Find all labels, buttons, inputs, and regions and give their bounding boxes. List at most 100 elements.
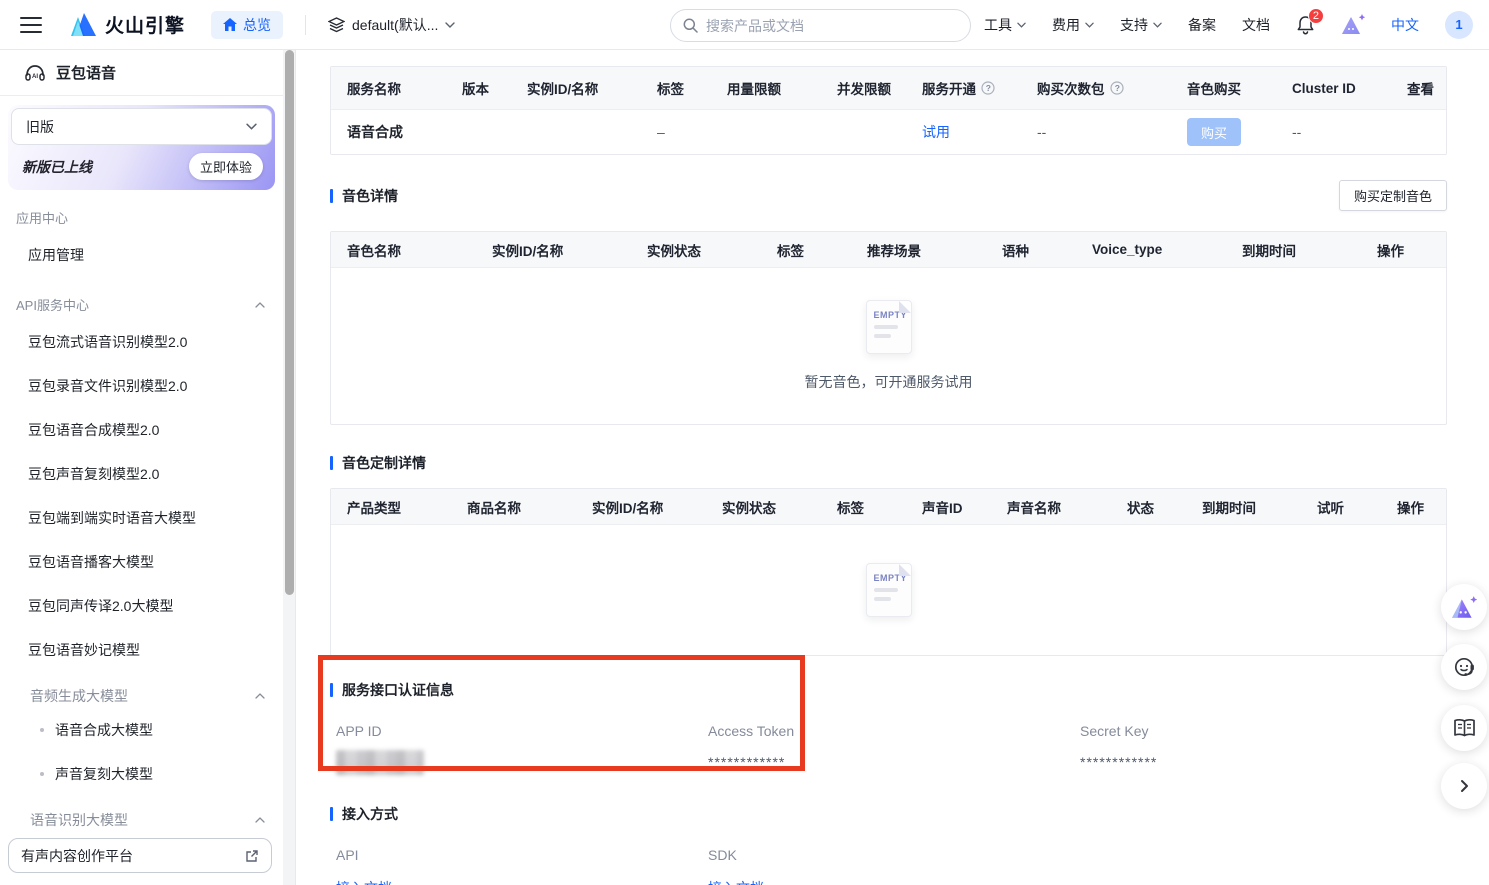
collapse-chevron-icon: [1460, 779, 1469, 793]
cluster-id-value: --: [1276, 124, 1391, 140]
voice-section-header: 音色详情 购买定制音色: [330, 180, 1447, 211]
nav-link-docs[interactable]: 文档: [1242, 15, 1270, 35]
collapse-panel-button[interactable]: [1441, 763, 1487, 809]
audio-content-platform-link[interactable]: 有声内容创作平台: [8, 838, 272, 873]
custom-section-header: 音色定制详情: [330, 453, 1447, 473]
empty-document-icon: EMPTY: [866, 563, 912, 617]
access-method-api: API 接入文档: [336, 847, 708, 885]
version-selector[interactable]: 旧版: [11, 108, 272, 145]
chevron-down-icon: [1017, 22, 1026, 28]
auth-field-access-token: Access Token ************: [708, 723, 1080, 775]
notification-button[interactable]: 2: [1296, 15, 1315, 35]
sidebar-subgroup-audio-gen[interactable]: 音频生成大模型: [0, 672, 283, 708]
col-instance-id: 实例ID/名称: [511, 78, 641, 98]
api-docs-link[interactable]: 接入文档: [336, 880, 392, 885]
service-table: 服务名称 版本 实例ID/名称 标签 用量限额 并发限额 服务开通 ? 购买次数…: [330, 66, 1447, 155]
nav-menu-tools[interactable]: 工具: [984, 15, 1026, 35]
nav-menu-label: 工具: [984, 15, 1012, 35]
sidebar: AI 豆包语音 旧版 新版已上线 立即体验 应用中心 应用管理 API服务中心 …: [0, 50, 283, 885]
nav-link-icp[interactable]: 备案: [1188, 15, 1216, 35]
sidebar-item-tts-large[interactable]: 语音合成大模型: [0, 708, 283, 752]
chevron-up-icon: [255, 817, 265, 823]
access-section-title: 接入方式: [330, 804, 1447, 824]
search-input[interactable]: [706, 18, 958, 34]
col-service-name: 服务名称: [331, 78, 446, 98]
sidebar-item-api-4[interactable]: 豆包端到端实时语音大模型: [0, 496, 283, 540]
brand-name: 火山引擎: [105, 11, 185, 38]
nav-menu-billing[interactable]: 费用: [1052, 15, 1094, 35]
col-voice-buy: 音色购买: [1171, 78, 1276, 98]
sidebar-scrollbar[interactable]: [285, 50, 294, 595]
sidebar-item-api-1[interactable]: 豆包录音文件识别模型2.0: [0, 364, 283, 408]
sidebar-header: AI 豆包语音: [0, 50, 283, 96]
workspace-selector[interactable]: default(默认...: [328, 15, 455, 35]
col-cluster-id: Cluster ID: [1276, 81, 1391, 96]
masked-appid-value: [336, 750, 424, 775]
top-navbar: 火山引擎 总览 default(默认... 企业 工具: [0, 0, 1489, 50]
service-table-header: 服务名称 版本 实例ID/名称 标签 用量限额 并发限额 服务开通 ? 购买次数…: [331, 67, 1446, 109]
sidebar-item-app-manage[interactable]: 应用管理: [0, 233, 283, 277]
support-button[interactable]: [1441, 644, 1487, 690]
sidebar-item-voice-clone-large[interactable]: 声音复刻大模型: [0, 752, 283, 796]
volcengine-logo[interactable]: 火山引擎: [70, 11, 185, 38]
col-service-open: 服务开通 ?: [906, 78, 1021, 98]
col-version: 版本: [446, 78, 511, 98]
sidebar-item-api-5[interactable]: 豆包语音播客大模型: [0, 540, 283, 584]
auth-field-secret-key: Secret Key ************: [1080, 723, 1447, 775]
buy-custom-voice-button[interactable]: 购买定制音色: [1339, 180, 1447, 211]
home-icon: [223, 18, 237, 31]
navbar-right: 企业 工具 费用 支持 备案 文档 2: [916, 11, 1473, 39]
chevron-down-icon: [1085, 22, 1094, 28]
sidebar-item-api-6[interactable]: 豆包同声传译2.0大模型: [0, 584, 283, 628]
search-box: [670, 9, 971, 42]
custom-voice-table: 产品类型 商品名称 实例ID/名称 实例状态 标签 声音ID 声音名称 状态 到…: [330, 488, 1447, 656]
svg-text:?: ?: [986, 83, 991, 93]
package-value: --: [1021, 124, 1171, 140]
service-table-row: 语音合成 – 试用 -- 购买 --: [331, 109, 1446, 154]
ai-assistant-button[interactable]: [1441, 584, 1487, 630]
version-selected-label: 旧版: [26, 117, 54, 137]
svg-text:AI: AI: [32, 74, 38, 80]
nav-menu-label: 费用: [1052, 15, 1080, 35]
sdk-docs-link[interactable]: 接入文档: [708, 880, 764, 885]
try-now-button[interactable]: 立即体验: [189, 153, 263, 180]
chevron-down-icon: [445, 22, 455, 28]
docs-book-icon: [1452, 718, 1477, 738]
support-headset-icon: [1452, 656, 1476, 678]
voice-table: 音色名称 实例ID/名称 实例状态 标签 推荐场景 语种 Voice_type …: [330, 231, 1447, 425]
buy-voice-button[interactable]: 购买: [1187, 118, 1241, 146]
service-name: 语音合成: [331, 122, 446, 142]
sidebar-item-api-7[interactable]: 豆包语音妙记模型: [0, 628, 283, 672]
sidebar-group-app-center: 应用中心: [0, 190, 283, 233]
product-title: 豆包语音: [56, 62, 116, 83]
trial-link[interactable]: 试用: [922, 122, 950, 142]
help-icon[interactable]: ?: [1110, 81, 1124, 95]
sidebar-scrollbar-track: [283, 50, 296, 885]
language-switch[interactable]: 中文: [1391, 15, 1419, 35]
version-banner: 旧版 新版已上线 立即体验: [8, 105, 275, 190]
voice-empty-text: 暂无音色，可开通服务试用: [805, 372, 973, 392]
sidebar-item-api-0[interactable]: 豆包流式语音识别模型2.0: [0, 320, 283, 364]
ai-assistant-icon[interactable]: [1341, 14, 1365, 35]
col-concurrency-quota: 并发限额: [821, 78, 906, 98]
auth-fields: APP ID Access Token ************ Secret …: [330, 723, 1447, 775]
docs-button[interactable]: [1441, 705, 1487, 751]
custom-section-title: 音色定制详情: [330, 453, 426, 473]
workspace-name: default(默认...: [352, 15, 438, 35]
sidebar-item-api-2[interactable]: 豆包语音合成模型2.0: [0, 408, 283, 452]
overview-button[interactable]: 总览: [211, 11, 283, 39]
external-link-icon: [245, 849, 259, 863]
hamburger-menu-icon[interactable]: [20, 17, 42, 33]
col-usage-quota: 用量限额: [711, 78, 821, 98]
help-icon[interactable]: ?: [981, 81, 995, 95]
sidebar-item-api-3[interactable]: 豆包声音复刻模型2.0: [0, 452, 283, 496]
chevron-up-icon: [255, 302, 265, 308]
sidebar-group-api-center[interactable]: API服务中心: [0, 277, 283, 320]
access-method-sdk: SDK 接入文档: [708, 847, 1080, 885]
chevron-down-icon: [1153, 22, 1162, 28]
sidebar-subgroup-asr[interactable]: 语音识别大模型: [0, 796, 283, 832]
service-tag: –: [641, 124, 711, 140]
nav-menu-support[interactable]: 支持: [1120, 15, 1162, 35]
user-avatar[interactable]: 1: [1445, 11, 1473, 39]
col-tag: 标签: [641, 78, 711, 98]
